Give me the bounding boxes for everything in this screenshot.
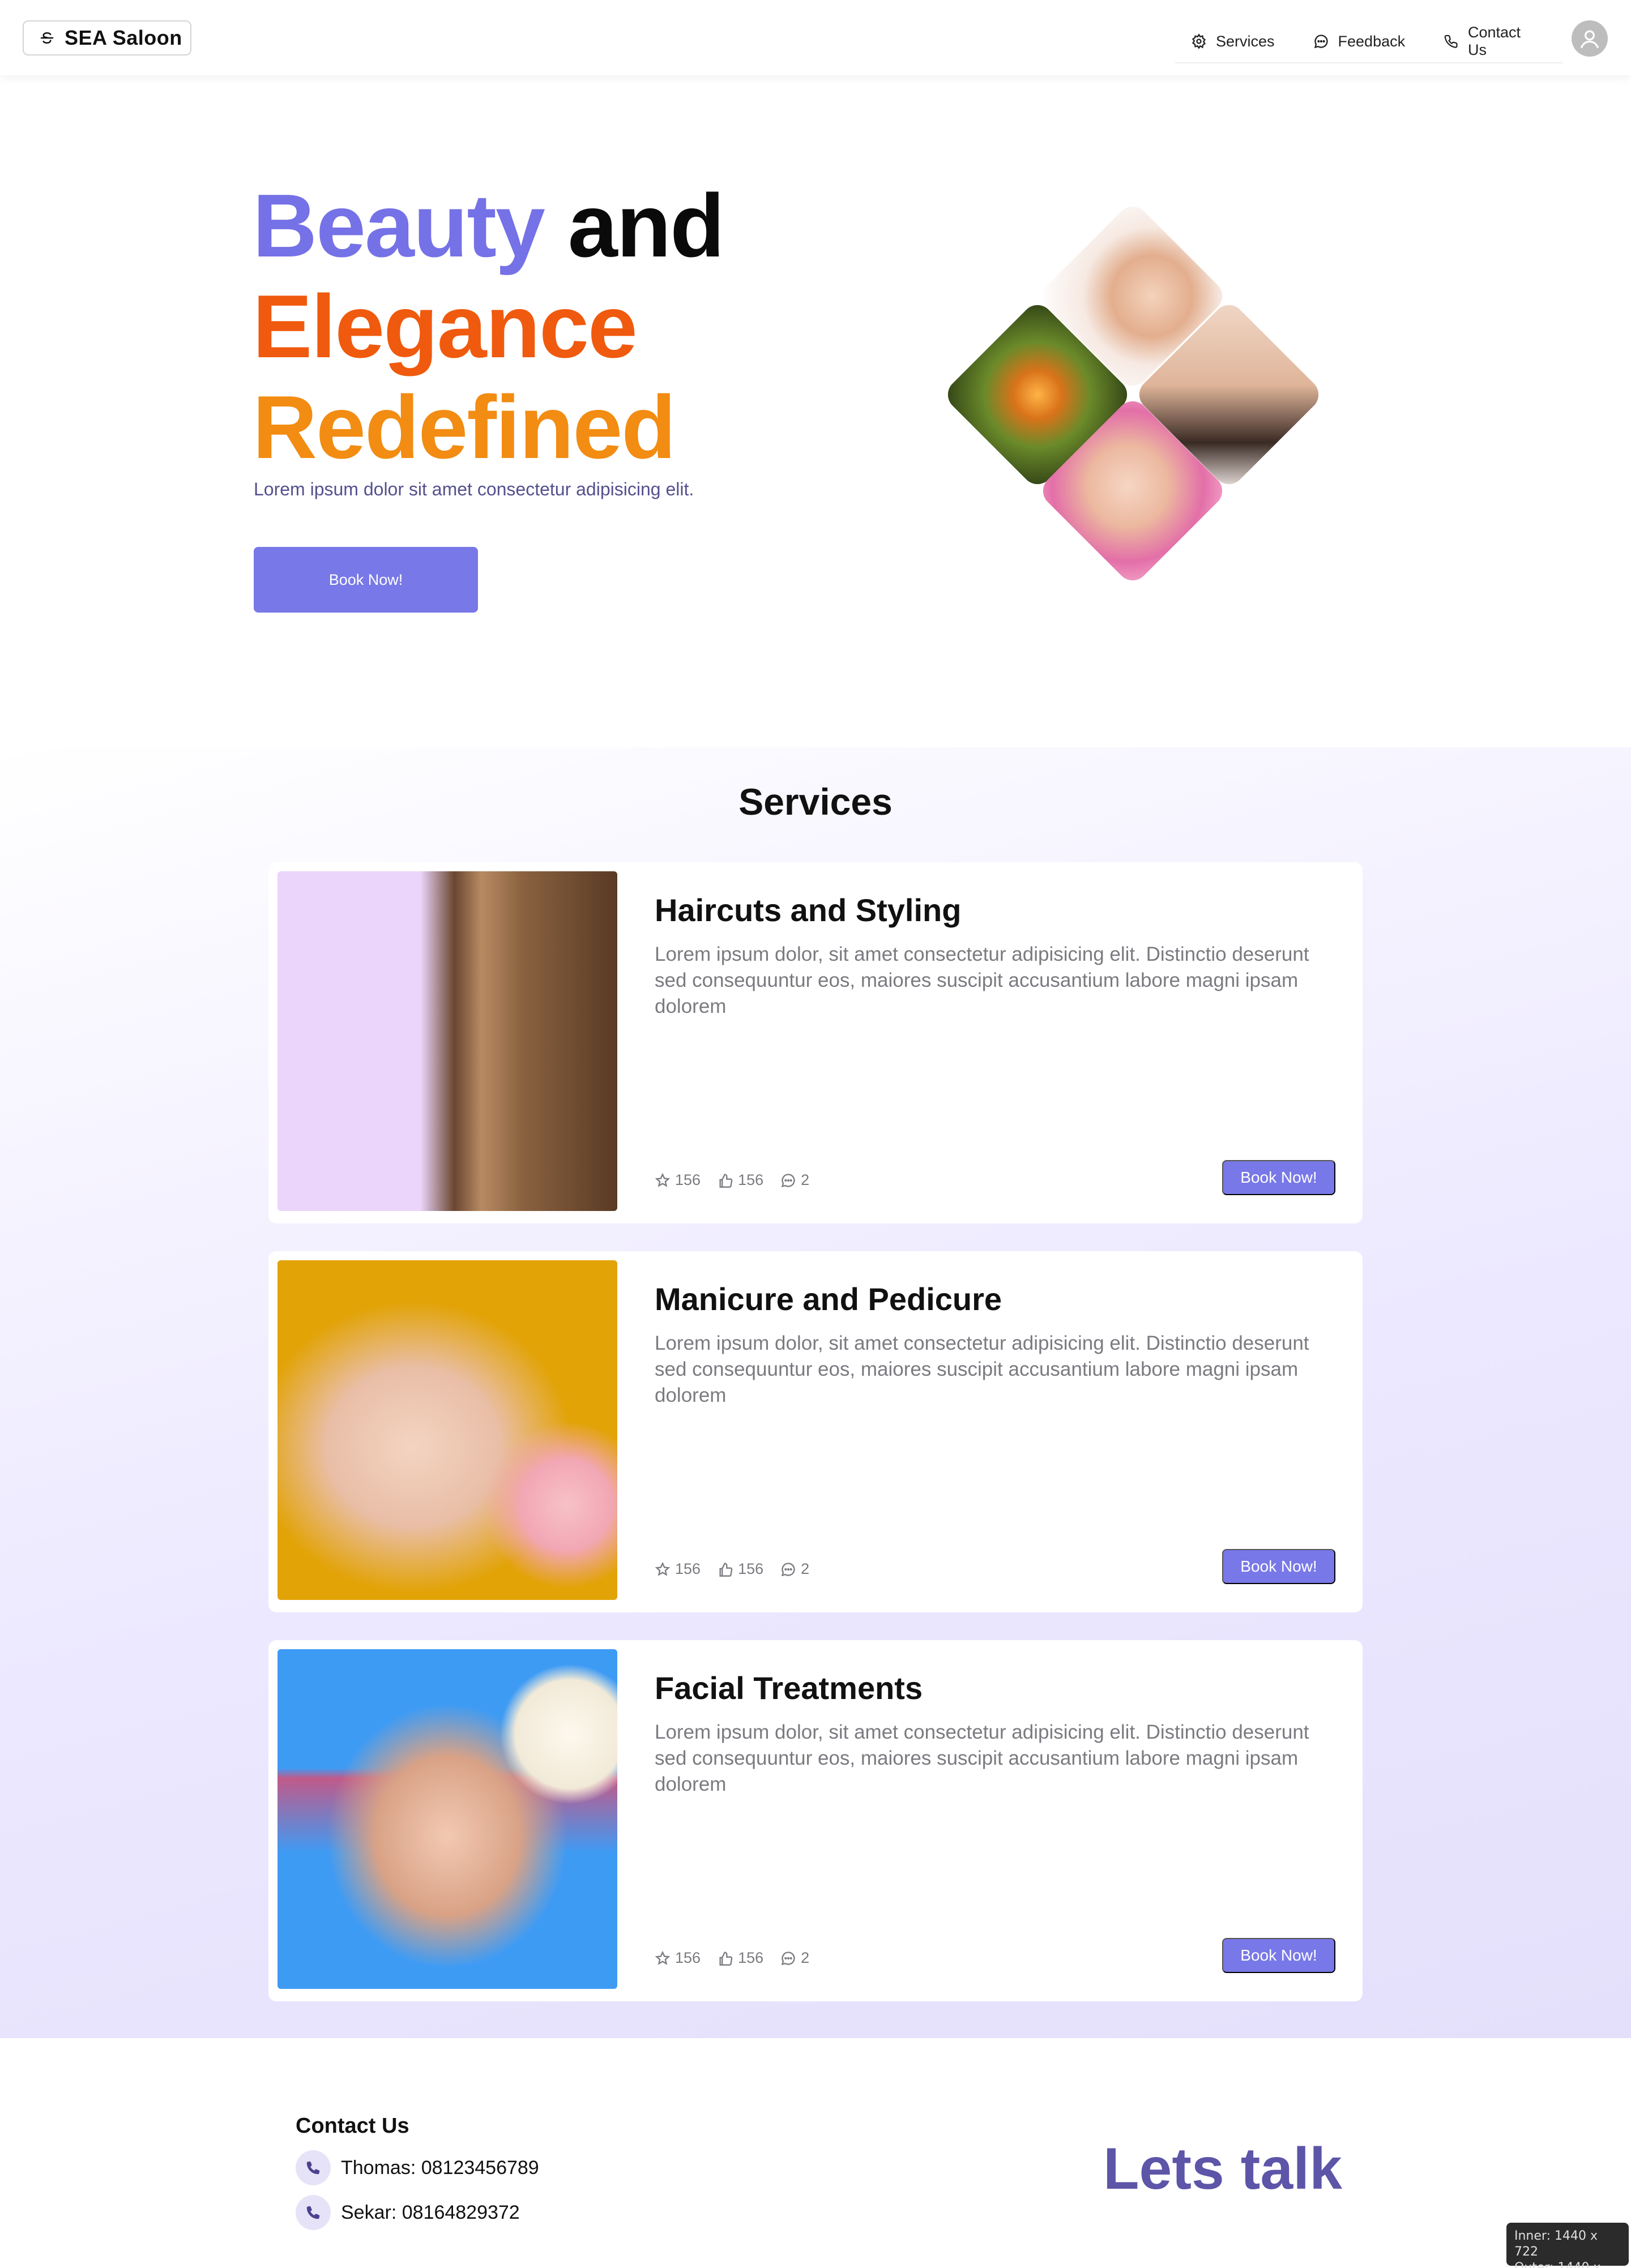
service-card: Haircuts and Styling Lorem ipsum dolor, … [268,862,1363,1223]
comments-stat[interactable]: 2 [780,1171,809,1189]
thumbs-up-icon [719,1173,733,1188]
service-description: Lorem ipsum dolor, sit amet consectetur … [655,1721,1309,1795]
phone-icon [296,2150,331,2185]
hero-word-elegance: Elegance [253,277,638,376]
nav-contact-label: Contact Us [1467,24,1521,58]
logo-text: SEA Saloon [65,26,182,49]
navbar: SEA Saloon Services Feedback Contact Us [0,0,1631,75]
service-stats: 156 156 2 [655,1949,809,1967]
service-stats: 156 156 2 [655,1560,809,1578]
service-description: Lorem ipsum dolor, sit amet consectetur … [655,1332,1309,1406]
nav-feedback-label: Feedback [1338,32,1406,50]
service-image-facial [277,1649,617,1989]
nav-services-label: Services [1216,32,1275,50]
gear-icon [1192,33,1206,49]
viewport-outer: Outer: 1440 x 810 [1514,2261,1601,2268]
service-description: Lorem ipsum dolor, sit amet consectetur … [655,943,1309,1017]
comments-stat[interactable]: 2 [780,1949,809,1967]
service-card: Facial Treatments Lorem ipsum dolor, sit… [268,1640,1363,2001]
contact-entry[interactable]: Thomas: 08123456789 [296,2150,539,2185]
service-card: Manicure and Pedicure Lorem ipsum dolor,… [268,1251,1363,1612]
star-icon [655,1950,671,1965]
stars-stat[interactable]: 156 [655,1560,701,1578]
service-image-manicure [277,1260,617,1600]
avatar[interactable] [1572,20,1608,57]
contact-title: Contact Us [296,2114,409,2138]
phone-icon [296,2195,331,2230]
viewport-inner: Inner: 1440 x 722 [1514,2229,1598,2259]
hero-word-redefined: Redefined [253,378,676,477]
nav-services[interactable]: Services [1191,33,1275,50]
likes-stat[interactable]: 156 [718,1560,763,1578]
nav-links: Services Feedback Contact Us [1175,20,1563,63]
comments-count: 2 [801,1949,810,1966]
viewport-size-overlay: Inner: 1440 x 722 Outer: 1440 x 810 [1506,2223,1629,2268]
chat-icon [1314,35,1328,49]
services-title: Services [738,781,893,823]
comments-stat[interactable]: 2 [780,1560,809,1578]
comments-count: 2 [801,1560,810,1577]
likes-stat[interactable]: 156 [718,1171,763,1189]
service-title: Haircuts and Styling [655,892,962,928]
likes-stat[interactable]: 156 [718,1949,763,1967]
service-title: Facial Treatments [655,1670,923,1706]
nav-feedback[interactable]: Feedback [1313,32,1406,50]
lets-talk-heading: Lets talk [1103,2136,1342,2202]
hero-word-beauty: Beauty [253,176,545,276]
hero-subtitle: Lorem ipsum dolor sit amet consectetur a… [254,479,694,499]
book-button[interactable]: Book Now! [1222,1160,1335,1195]
star-icon [655,1172,671,1187]
stars-stat[interactable]: 156 [655,1171,701,1189]
service-title: Manicure and Pedicure [655,1281,1002,1317]
comments-count: 2 [801,1171,810,1188]
stars-stat[interactable]: 156 [655,1949,701,1967]
contact-entry-text: Thomas: 08123456789 [341,2156,539,2179]
star-icon [655,1561,671,1576]
hero-image-collage [929,200,1370,609]
likes-count: 156 [738,1171,764,1188]
stars-count: 156 [675,1949,701,1966]
hero-word-and: and [567,176,725,276]
phone-icon [1444,35,1458,48]
contact-entry[interactable]: Sekar: 08164829372 [296,2195,520,2230]
comment-icon [781,1951,795,1965]
likes-count: 156 [738,1949,764,1966]
logo-icon [40,32,54,44]
nav-contact[interactable]: Contact Us [1444,24,1540,59]
book-button[interactable]: Book Now! [1222,1938,1335,1973]
stars-count: 156 [675,1171,701,1188]
book-button[interactable]: Book Now! [1222,1549,1335,1584]
hero-title: Beauty and Elegance Redefined [253,176,725,478]
logo-button[interactable]: SEA Saloon [23,20,191,55]
hero-book-button[interactable]: Book Now! [254,547,478,613]
thumbs-up-icon [719,1562,733,1577]
thumbs-up-icon [719,1951,733,1966]
likes-count: 156 [738,1560,764,1577]
user-icon [1580,30,1599,49]
comment-icon [781,1562,795,1576]
service-image-haircut [277,871,617,1211]
comment-icon [781,1173,795,1187]
contact-entry-text: Sekar: 08164829372 [341,2201,520,2223]
stars-count: 156 [675,1560,701,1577]
service-stats: 156 156 2 [655,1171,809,1189]
